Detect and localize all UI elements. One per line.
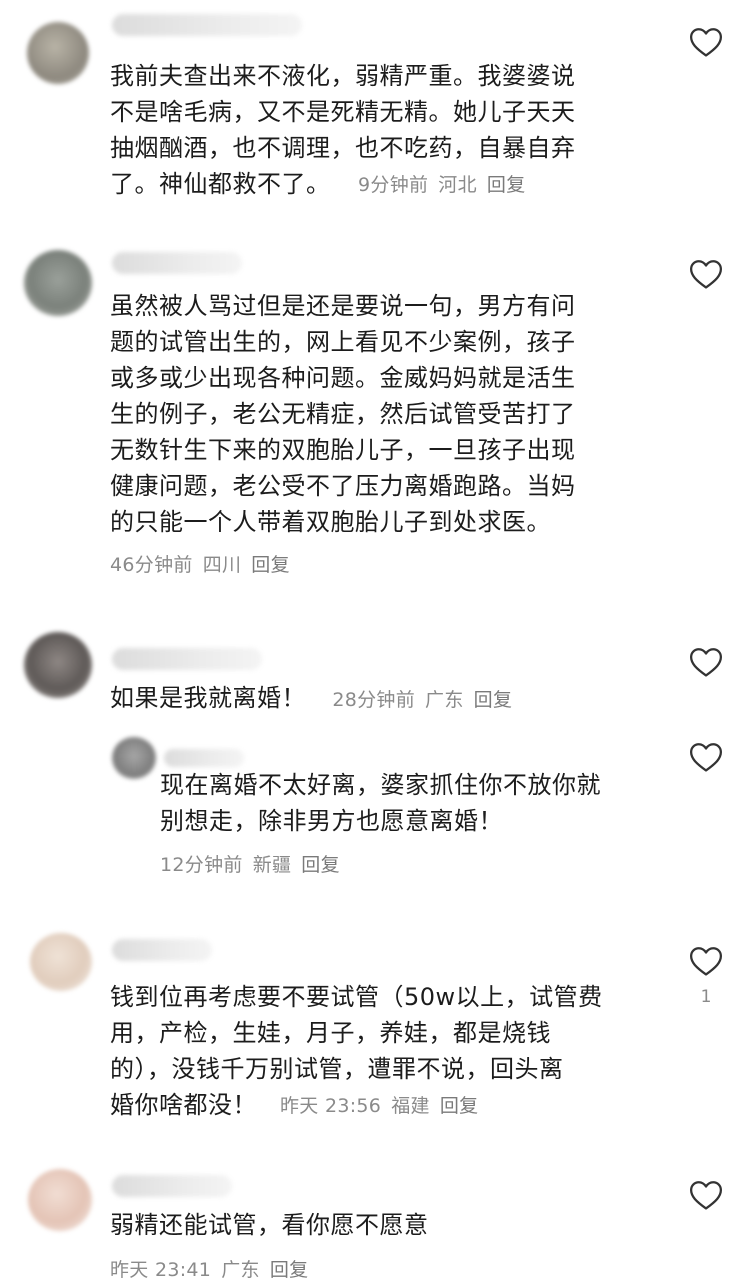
comment-time: 28分钟前 (332, 689, 416, 711)
comment-meta: 46分钟前 四川 回复 (110, 550, 300, 577)
comment-time: 昨天 23:41 (110, 1259, 212, 1281)
comment-item: 如果是我就离婚！ 28分钟前 广东 回复 (0, 620, 753, 725)
comment-time: 昨天 23:56 (280, 1095, 382, 1117)
reply-button[interactable]: 回复 (301, 854, 340, 876)
reply-button[interactable]: 回复 (440, 1095, 479, 1117)
comment-location: 广东 (425, 689, 464, 711)
username[interactable] (112, 14, 302, 36)
comment-text: 虽然被人骂过但是还是要说一句，男方有问 题的试管出生的，网上看见不少案例，孩子 … (110, 292, 576, 536)
comment-meta: 昨天 23:41 广东 回复 (110, 1255, 318, 1282)
avatar[interactable] (24, 632, 92, 698)
username[interactable] (164, 749, 244, 767)
comment-location: 广东 (221, 1259, 260, 1281)
comment-location: 福建 (391, 1095, 430, 1117)
comment-time: 9分钟前 (358, 174, 429, 196)
comment-item: 1 钱到位再考虑要不要试管（50w以上，试管费 用，产检，生娃，月子，养娃，都是… (0, 905, 753, 1155)
reply-button[interactable]: 回复 (474, 689, 513, 711)
heart-outline-icon[interactable] (689, 945, 723, 977)
reply-button[interactable]: 回复 (487, 174, 526, 196)
comment-meta: 28分钟前 广东 回复 (326, 689, 522, 711)
comment-line: 如果是我就离婚！ 28分钟前 广东 回复 (110, 680, 522, 716)
username[interactable] (112, 252, 242, 274)
comment-item: 弱精还能试管，看你愿不愿意 昨天 23:41 广东 回复 (0, 1155, 753, 1282)
reply-button[interactable]: 回复 (251, 554, 290, 576)
heart-outline-icon[interactable] (689, 258, 723, 290)
reply-item: 现在离婚不太好离，婆家抓住你不放你就 别想走，除非男方也愿意离婚！ 12分钟前新… (0, 725, 753, 905)
avatar[interactable] (112, 737, 156, 779)
heart-outline-icon[interactable] (689, 741, 723, 773)
username[interactable] (112, 1175, 232, 1197)
avatar[interactable] (30, 933, 92, 991)
comment-time: 12分钟前 (160, 854, 243, 876)
avatar[interactable] (24, 250, 92, 316)
comment-text: 弱精还能试管，看你愿不愿意 (110, 1211, 429, 1239)
heart-outline-icon[interactable] (689, 646, 723, 678)
username[interactable] (112, 648, 262, 670)
comment-meta: 12分钟前 新疆 回复 (160, 850, 350, 877)
comment-item: 虽然被人骂过但是还是要说一句，男方有问 题的试管出生的，网上看见不少案例，孩子 … (0, 230, 753, 620)
reply-button[interactable]: 回复 (270, 1259, 309, 1281)
comment-location: 四川 (202, 554, 242, 576)
heart-outline-icon[interactable] (689, 1179, 723, 1211)
comment-meta: 9分钟前 河北 回复 (358, 170, 536, 197)
heart-outline-icon[interactable] (689, 26, 723, 58)
avatar[interactable] (28, 1169, 92, 1231)
comment-text: 如果是我就离婚！ (110, 684, 306, 712)
comment-text: 现在离婚不太好离，婆家抓住你不放你就 别想走，除非男方也愿意离婚！ (160, 771, 601, 835)
comment-location: 新疆 (252, 854, 292, 876)
comment-item: 我前夫查出来不液化，弱精严重。我婆婆说 不是啥毛病，又不是死精无精。她儿子天天 … (0, 0, 753, 230)
comment-location: 河北 (438, 174, 477, 196)
like-count: 1 (700, 987, 712, 1007)
comment-meta: 昨天 23:56 福建 回复 (280, 1091, 488, 1118)
comment-time: 46分钟前 (110, 554, 193, 576)
username[interactable] (112, 939, 212, 961)
avatar[interactable] (27, 22, 89, 84)
